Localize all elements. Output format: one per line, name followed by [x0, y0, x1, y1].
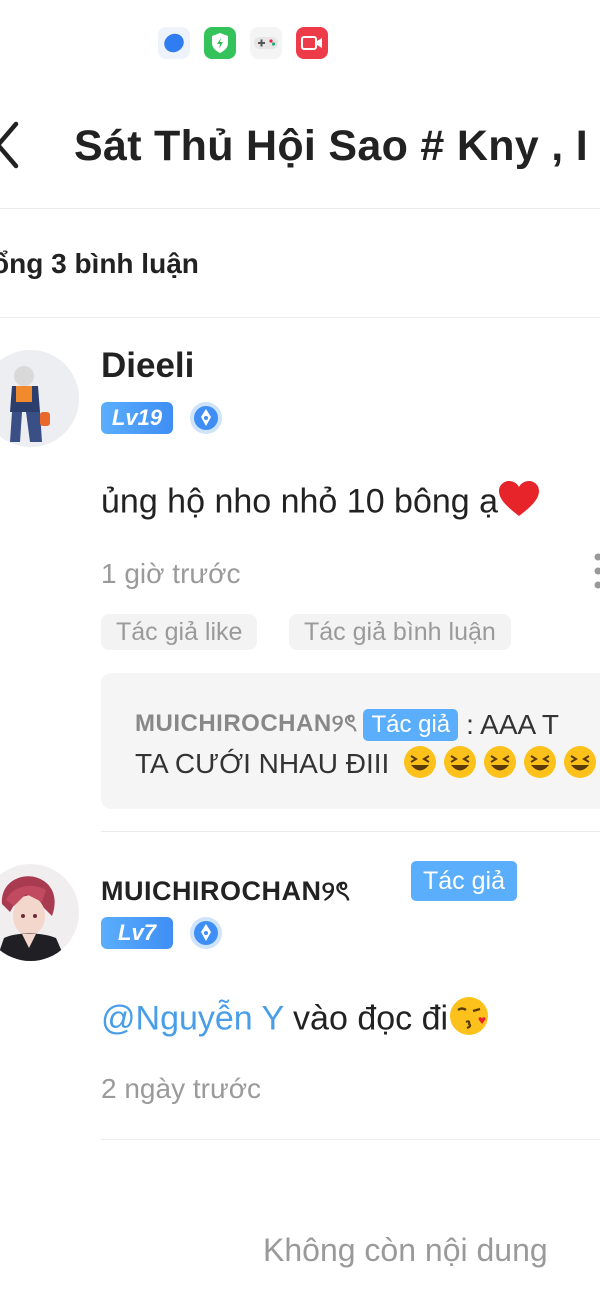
section-divider — [0, 317, 600, 318]
reply-preview[interactable]: MUICHIROCHAN୨ৎ Tác giả : AAA T TA CƯỚI N… — [101, 673, 600, 809]
back-button[interactable] — [0, 120, 26, 170]
avatar[interactable] — [0, 350, 79, 447]
no-more-content-label: Không còn nội dung — [263, 1232, 548, 1268]
level-badge: Lv19 — [101, 402, 173, 434]
red-video-app-icon — [296, 27, 328, 59]
reply-text-continued: TA CƯỚI NHAU ĐIII — [135, 747, 390, 779]
reply-text: : AAA T — [466, 709, 560, 740]
author-liked-chip: Tác giả like — [101, 614, 258, 650]
comments-page: Sát Thủ Hội Sao # Kny , I ổng 3 bình luậ… — [0, 0, 600, 1301]
user-mention-link[interactable]: @Nguyễn Y — [101, 999, 284, 1037]
reply-line: MUICHIROCHAN୨ৎ Tác giả : AAA T — [135, 705, 559, 745]
comment-divider — [101, 1139, 600, 1140]
game-controller-icon — [250, 27, 282, 59]
blue-app-icon — [158, 27, 190, 59]
comment-timestamp: 1 giờ trước — [101, 558, 241, 589]
page-title: Sát Thủ Hội Sao # Kny , I — [74, 122, 589, 170]
comment-text-content: vào đọc đi — [283, 999, 449, 1038]
comment-username[interactable]: MUICHIROCHAN୨ৎ — [101, 871, 350, 916]
reply-username[interactable]: MUICHIROCHAN୨ৎ — [135, 705, 357, 745]
kissing-face-icon — [448, 996, 490, 1045]
green-shield-app-icon — [204, 27, 236, 59]
laughing-emoji-row — [403, 745, 600, 786]
pen-medal-icon — [189, 916, 223, 950]
chevron-left-icon — [0, 121, 19, 169]
level-badge: Lv7 — [101, 917, 173, 949]
author-tag: Tác giả — [411, 861, 517, 901]
more-options-icon[interactable] — [594, 553, 600, 589]
red-heart-icon — [498, 480, 540, 527]
total-comments-label: ổng 3 bình luận — [0, 248, 199, 279]
header-divider — [0, 208, 600, 209]
author-tag: Tác giả — [363, 709, 459, 741]
author-commented-chip: Tác giả bình luận — [289, 614, 511, 650]
comment-timestamp: 2 ngày trước — [101, 1073, 262, 1104]
pen-medal-icon — [189, 401, 223, 435]
comment-divider — [101, 831, 600, 832]
reply-text-line: TA CƯỚI NHAU ĐIII — [135, 745, 600, 786]
comment-username[interactable]: Dieeli — [101, 346, 194, 386]
avatar[interactable] — [0, 864, 79, 961]
status-bar-icons — [158, 27, 328, 59]
comment-text: @Nguyễn Y vào đọc đi — [101, 996, 490, 1045]
comment-text: ủng hộ nho nhỏ 10 bông ạ — [101, 480, 540, 527]
comment-text-content: ủng hộ nho nhỏ 10 bông ạ — [101, 482, 499, 521]
